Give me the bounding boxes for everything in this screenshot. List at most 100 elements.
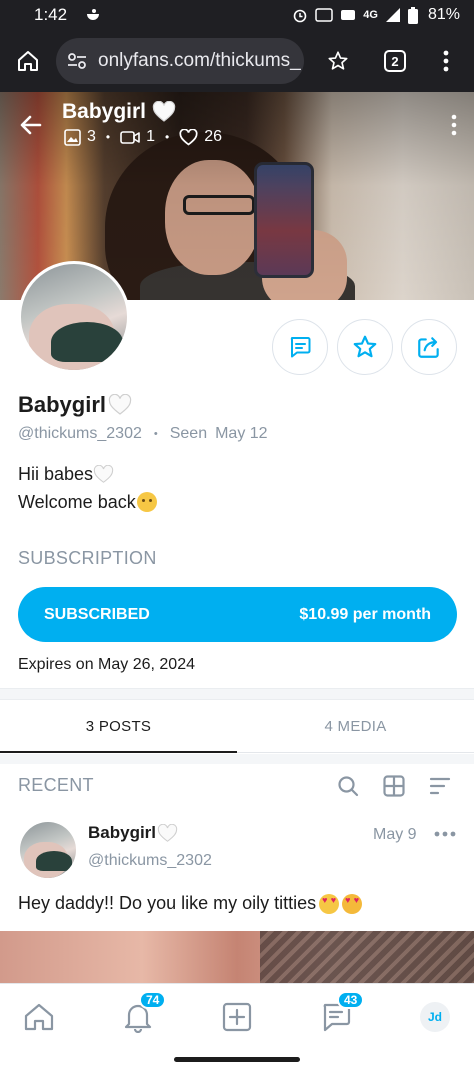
message-icon xyxy=(290,337,311,358)
nav-new-post[interactable] xyxy=(214,994,260,1040)
post-media-image[interactable] xyxy=(0,931,474,983)
post-author-handle[interactable]: @thickums_2302 xyxy=(88,852,212,870)
browser-menu-button[interactable] xyxy=(421,30,471,92)
battery-level: 81% xyxy=(427,6,460,23)
bottom-navigation: 74 43 Jd xyxy=(0,983,474,1048)
tab-posts[interactable]: 3 POSTS xyxy=(0,700,237,753)
subscription-expiry: Expires on May 26, 2024 xyxy=(18,656,195,673)
profile-name-text: Babygirl xyxy=(18,392,107,417)
smiling-face-hearts-emoji xyxy=(342,893,363,914)
white-heart-emoji xyxy=(93,464,114,483)
cover-profile-name: Babygirl xyxy=(62,100,176,124)
site-settings-icon[interactable] xyxy=(66,50,88,72)
videos-stat: 1 xyxy=(120,128,155,146)
add-to-favorites-button[interactable] xyxy=(337,319,393,375)
overflow-menu-icon xyxy=(443,50,449,72)
bio-line: Welcome back xyxy=(18,488,157,516)
battery-icon xyxy=(407,6,418,24)
star-icon xyxy=(353,335,377,358)
image-icon xyxy=(64,128,81,146)
messages-badge: 43 xyxy=(337,991,365,1009)
nfc-icon xyxy=(315,8,334,22)
post-date: May 9 xyxy=(373,826,417,843)
post-text-body: Hey daddy!! Do you like my oily titties xyxy=(18,893,317,913)
nav-messages[interactable]: 43 xyxy=(313,991,365,1040)
seen-label: Seen xyxy=(169,425,208,442)
separator-dot: • xyxy=(153,428,158,440)
separator-dot: • xyxy=(105,130,111,144)
subscription-heading: SUBSCRIPTION xyxy=(18,548,157,568)
profile-tabs: 3 POSTS 4 MEDIA xyxy=(0,700,474,753)
more-options-icon[interactable] xyxy=(450,114,458,136)
likes-stat: 26 xyxy=(179,128,222,146)
videos-count: 1 xyxy=(146,128,156,145)
profile-bio: Hii babes Welcome back xyxy=(18,460,157,516)
share-icon xyxy=(418,337,439,358)
user-avatar: Jd xyxy=(420,1002,450,1032)
separator-dot: • xyxy=(165,130,170,144)
alarm-icon xyxy=(293,9,307,23)
url-text: onlyfans.com/thickums_ xyxy=(98,50,301,71)
sort-button[interactable] xyxy=(426,772,454,800)
status-time: 1:42 xyxy=(34,5,68,24)
section-divider xyxy=(0,688,474,700)
grid-view-icon xyxy=(383,775,405,797)
nav-notifications[interactable]: 74 xyxy=(115,991,167,1040)
status-bar: 1:42 4G 81% xyxy=(0,0,474,30)
subscription-price: $10.99 per month xyxy=(299,605,431,623)
photos-count: 3 xyxy=(87,128,96,145)
photos-stat: 3 xyxy=(64,128,96,146)
status-icons: 4G 81% xyxy=(292,6,460,24)
post-text: Hey daddy!! Do you like my oily titties xyxy=(18,893,363,914)
address-bar[interactable]: onlyfans.com/thickums_ xyxy=(56,38,304,84)
search-icon xyxy=(338,776,359,797)
bio-line: Hii babes xyxy=(18,460,157,488)
seen-date: May 12 xyxy=(215,425,268,442)
home-icon xyxy=(24,1003,54,1031)
feed-divider xyxy=(0,754,474,764)
gesture-navigation-bar[interactable] xyxy=(174,1057,300,1062)
volte-icon xyxy=(341,10,356,20)
home-icon xyxy=(18,51,38,71)
nav-profile[interactable]: Jd xyxy=(412,994,458,1040)
cover-stats: 3 • 1 • 26 xyxy=(64,128,222,146)
bookmark-star-icon xyxy=(328,51,348,70)
share-profile-button[interactable] xyxy=(401,319,457,375)
grid-view-button[interactable] xyxy=(380,772,408,800)
subscribed-button[interactable]: SUBSCRIBED $10.99 per month xyxy=(18,587,457,642)
white-heart-emoji xyxy=(157,823,178,842)
profile-handle: @thickums_2302 xyxy=(18,425,142,442)
post-author-text: Babygirl xyxy=(88,823,157,842)
heart-icon xyxy=(179,128,198,146)
browser-home-button[interactable] xyxy=(0,30,56,92)
tab-switcher-icon: 2 xyxy=(384,50,406,72)
subscription-status: SUBSCRIBED xyxy=(44,605,150,623)
post-author-avatar[interactable] xyxy=(20,822,76,878)
bookmark-button[interactable] xyxy=(307,30,369,92)
white-heart-emoji xyxy=(108,394,132,415)
heart-eyes-emoji xyxy=(319,893,340,914)
post-more-icon[interactable] xyxy=(433,826,457,842)
sort-icon xyxy=(429,777,451,795)
bio-line-2: Welcome back xyxy=(18,492,136,512)
message-button[interactable] xyxy=(272,319,328,375)
signal-icon xyxy=(385,8,400,22)
pleading-face-emoji xyxy=(136,492,157,512)
app-notification-icon xyxy=(87,9,100,20)
video-icon xyxy=(120,130,140,144)
search-posts-button[interactable] xyxy=(334,772,362,800)
browser-toolbar: onlyfans.com/thickums_ 2 xyxy=(0,30,474,92)
likes-count: 26 xyxy=(204,128,223,145)
nav-home[interactable] xyxy=(16,994,62,1040)
profile-avatar[interactable] xyxy=(18,261,130,373)
tab-media[interactable]: 4 MEDIA xyxy=(237,700,474,752)
network-type: 4G xyxy=(363,9,378,21)
tab-switcher-button[interactable]: 2 xyxy=(369,30,421,92)
back-arrow-icon[interactable] xyxy=(16,110,46,140)
bio-line-1: Hii babes xyxy=(18,464,94,484)
notifications-badge: 74 xyxy=(139,991,167,1009)
recent-heading: RECENT xyxy=(18,775,94,795)
add-post-icon xyxy=(222,1002,252,1032)
profile-meta: @thickums_2302 • Seen May 12 xyxy=(18,425,268,443)
post-author-name[interactable]: Babygirl xyxy=(88,823,178,843)
